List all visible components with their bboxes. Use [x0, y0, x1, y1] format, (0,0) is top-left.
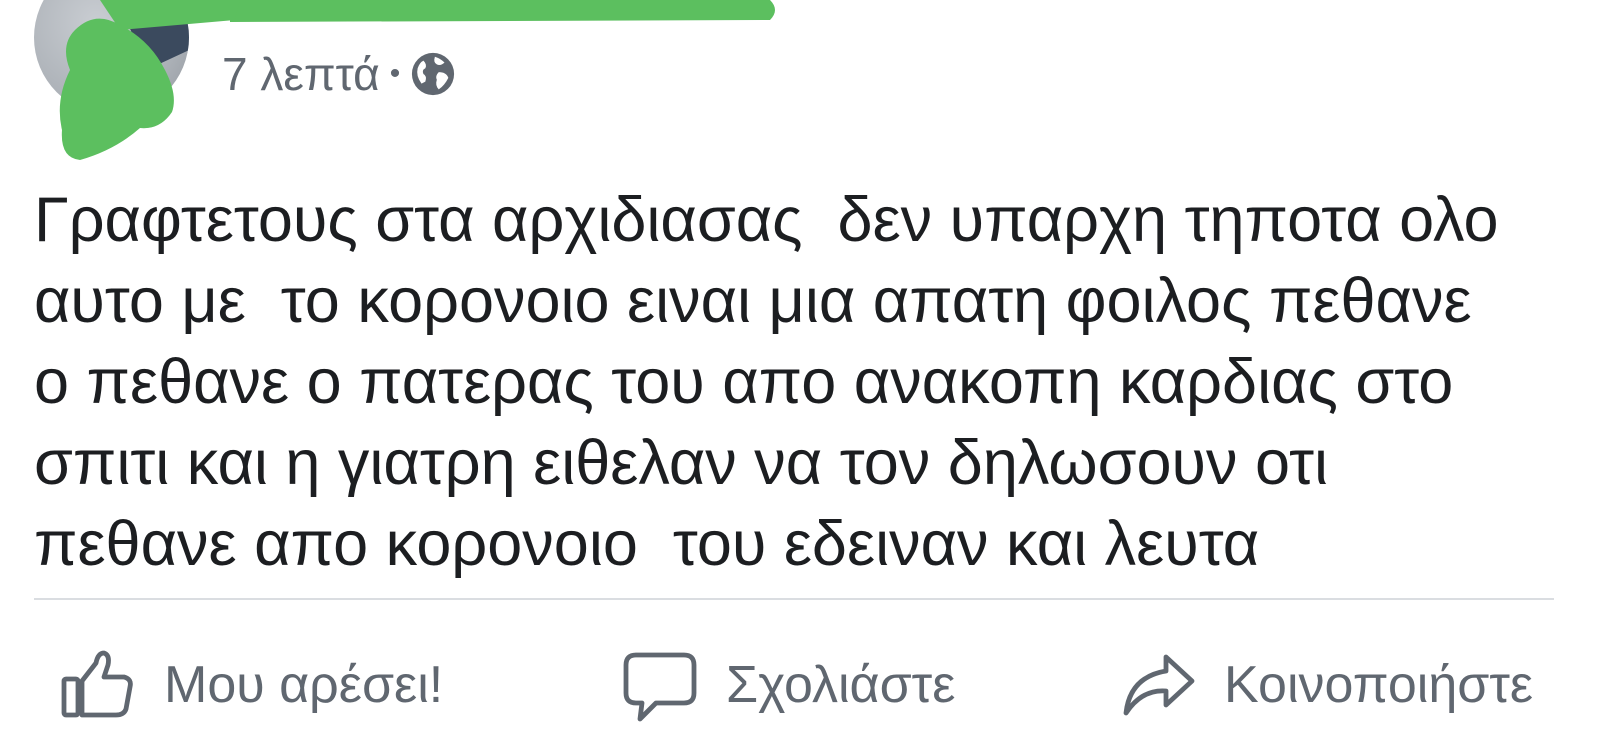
speech-bubble-icon — [623, 652, 697, 722]
share-button[interactable]: Κοινοποιήστε — [1118, 630, 1533, 740]
share-label: Κοινοποιήστε — [1224, 656, 1534, 714]
post-text: Γραφτετους στα αρχιδιασας δεν υπαρχη τηπ… — [34, 185, 1499, 579]
share-arrow-icon — [1123, 654, 1195, 716]
comment-label: Σχολιάστε — [726, 656, 956, 714]
like-button[interactable]: Μου αρέσει! — [58, 630, 443, 740]
globe-icon[interactable] — [410, 51, 456, 97]
comment-button[interactable]: Σχολιάστε — [620, 630, 955, 740]
meta-separator: • — [389, 57, 401, 90]
post-meta: 7 λεπτά • — [222, 44, 456, 104]
post-header: 7 λεπτά • — [0, 0, 1609, 165]
post-actions: Μου αρέσει! Σχολιάστε Κοινοποιήστε — [0, 630, 1609, 740]
thumbs-up-icon — [61, 650, 133, 718]
post-timestamp[interactable]: 7 λεπτά — [222, 47, 380, 101]
divider — [34, 598, 1554, 600]
like-label: Μου αρέσει! — [164, 656, 444, 714]
